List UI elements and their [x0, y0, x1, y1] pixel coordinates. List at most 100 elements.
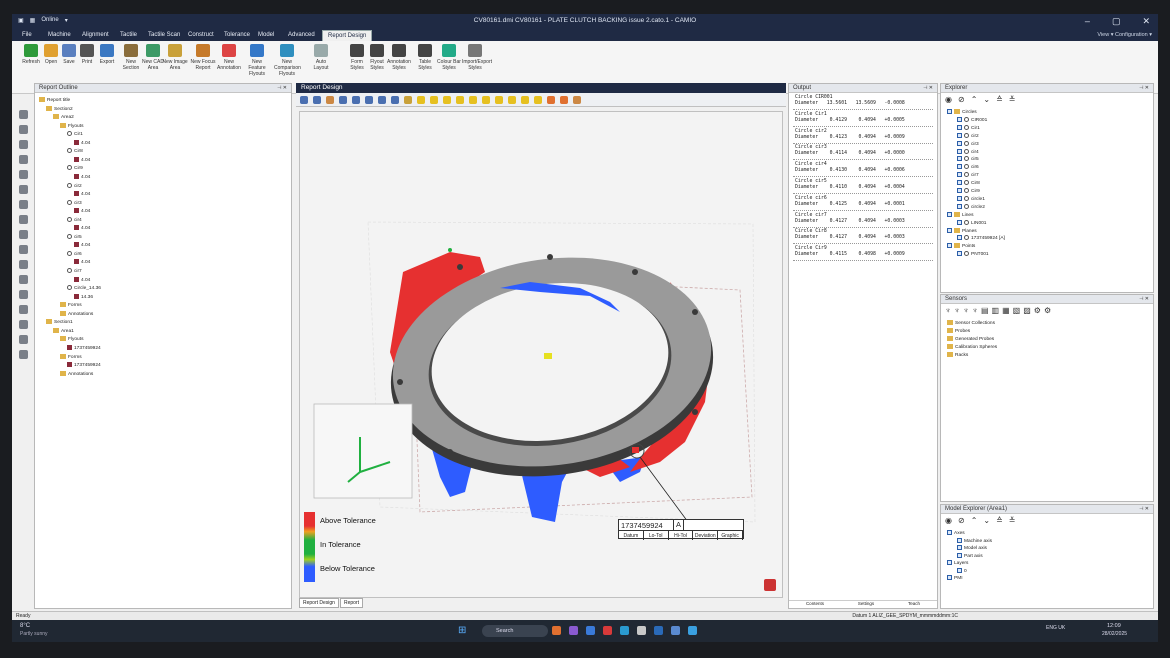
ribbon-button[interactable]: New Image Area — [162, 44, 188, 71]
ribbon-button[interactable]: New Focus Report — [190, 44, 216, 71]
tree-row[interactable]: 14.36 — [74, 293, 93, 299]
collapse-all-icon[interactable]: ≚ — [1009, 95, 1022, 104]
tree-row[interactable]: Sensor Collections — [947, 320, 995, 326]
close-icon[interactable]: ✕ — [1142, 16, 1150, 27]
tree-row[interactable]: Flyouts — [60, 122, 83, 128]
ribbon-tab[interactable]: Model — [258, 32, 274, 38]
ribbon-button[interactable]: New Annotation — [216, 44, 242, 71]
report-canvas[interactable]: Above Tolerance In Tolerance Below Toler… — [299, 111, 783, 598]
ribbon-tab[interactable]: Tolerance — [224, 32, 250, 38]
checkbox-icon[interactable] — [957, 148, 962, 154]
tab-report-design[interactable]: Report Design — [299, 598, 339, 608]
tree-row[interactable]: Cir1 — [67, 131, 83, 137]
checkbox-icon[interactable] — [947, 227, 952, 233]
checkbox-icon[interactable] — [957, 567, 962, 573]
ribbon-button[interactable]: Annotation Styles — [386, 44, 412, 71]
tree-row[interactable]: cir4 — [957, 148, 979, 154]
tree-row[interactable]: 1737459924 — [67, 362, 101, 368]
ribbon-button[interactable]: Auto Layout — [308, 44, 334, 71]
tree-row[interactable]: Cir8 — [67, 148, 83, 154]
tree-row[interactable]: Lines — [947, 211, 973, 217]
view-tool-icon[interactable] — [300, 96, 308, 104]
tree-row[interactable]: PMI — [947, 575, 963, 581]
tool-icon[interactable] — [18, 275, 28, 284]
ribbon-button[interactable]: Table Styles — [412, 44, 438, 71]
tree-row[interactable]: 4.04 — [74, 139, 90, 146]
tool-icon[interactable] — [18, 215, 28, 224]
ribbon-tab[interactable]: Tactile — [120, 32, 137, 38]
tree-row[interactable]: 1737459924 — [67, 344, 101, 351]
checkbox-icon[interactable] — [957, 132, 962, 138]
view-tool-icon[interactable] — [313, 96, 321, 104]
tab-settings[interactable]: Settings — [858, 601, 874, 608]
tree-row[interactable]: Axes — [947, 530, 965, 536]
view-tool-icon[interactable] — [404, 96, 412, 104]
tree-row[interactable]: circle1 — [957, 195, 985, 202]
checkbox-icon[interactable] — [957, 545, 962, 550]
outlook-icon[interactable] — [654, 626, 663, 635]
ribbon-button[interactable]: Import/Export Styles — [462, 44, 492, 71]
tree-row[interactable]: 4.04 — [74, 156, 90, 163]
maximize-icon[interactable]: ▢ — [1112, 16, 1121, 27]
view-tool-icon[interactable] — [534, 96, 542, 104]
app-icon[interactable] — [586, 626, 595, 635]
collapse-all-icon[interactable]: ≚ — [1009, 516, 1022, 525]
tree-row[interactable]: Cir1 — [957, 124, 980, 131]
checkbox-icon[interactable] — [957, 537, 962, 543]
tree-row[interactable]: Calibration Spheres — [947, 344, 997, 350]
weather-temp[interactable]: 8°C — [20, 623, 30, 629]
tree-row[interactable]: cir5 — [957, 156, 979, 162]
checkbox-icon[interactable] — [947, 211, 952, 217]
tree-row[interactable]: Probes — [947, 328, 970, 334]
language[interactable]: ENG UK — [1046, 625, 1065, 631]
view-tool-icon[interactable] — [521, 96, 529, 104]
tree-row[interactable]: cir3 — [67, 199, 82, 205]
tool-icon[interactable] — [18, 335, 28, 344]
checkbox-icon[interactable] — [957, 203, 962, 209]
tree-row[interactable]: cir6 — [957, 164, 979, 170]
tree-row[interactable]: 4.04 — [74, 225, 90, 231]
tool-icon[interactable] — [18, 125, 28, 134]
checkbox-icon[interactable] — [957, 124, 962, 130]
tree-row[interactable]: Generated Probes — [947, 336, 994, 342]
app-icon[interactable] — [637, 626, 646, 635]
view-tool-icon[interactable] — [508, 96, 516, 104]
clock-time[interactable]: 12:09 — [1107, 623, 1121, 629]
checkbox-icon[interactable] — [947, 560, 952, 565]
tool-icon[interactable] — [18, 155, 28, 164]
view-tool-icon[interactable] — [378, 96, 386, 104]
checkbox-icon[interactable] — [947, 109, 952, 114]
edge-icon[interactable] — [620, 626, 629, 635]
ribbon-tab[interactable]: Report Design — [322, 30, 373, 41]
view-tool-icon[interactable] — [573, 96, 581, 104]
tool-icon[interactable] — [18, 320, 28, 329]
minimize-icon[interactable]: – — [1085, 16, 1090, 27]
tool-icon[interactable] — [18, 170, 28, 179]
tree-row[interactable]: cir4 — [67, 216, 82, 222]
tree-row[interactable]: cir7 — [957, 172, 979, 178]
ribbon-tab[interactable]: Tactile Scan — [148, 32, 180, 38]
tree-row[interactable]: Part axis — [957, 552, 983, 558]
tree-row[interactable]: 4.04 — [74, 242, 90, 248]
tree-row[interactable]: Cir9 — [67, 165, 83, 171]
tree-row[interactable]: Area1 — [53, 327, 74, 334]
tree-row[interactable]: 1737459924 [A] — [957, 235, 1005, 241]
tree-row[interactable]: CIR001 — [957, 116, 987, 123]
tree-row[interactable]: cir6 — [67, 250, 82, 257]
tree-row[interactable]: Model axis — [957, 545, 987, 551]
checkbox-icon[interactable] — [947, 575, 952, 580]
tree-row[interactable]: LIN001 — [957, 219, 986, 225]
tool-icon[interactable] — [18, 350, 28, 359]
tool-icon[interactable] — [18, 140, 28, 149]
tree-row[interactable]: 4.04 — [74, 276, 90, 282]
collapse-icon[interactable]: ⌄ — [983, 95, 996, 104]
tool-icon[interactable] — [18, 245, 28, 254]
tab-report[interactable]: Report — [339, 598, 363, 608]
tree-row[interactable]: Layers — [947, 560, 968, 566]
tree-row[interactable]: 4.04 — [74, 191, 90, 197]
tree-row[interactable]: Report title — [39, 97, 70, 103]
tree-row[interactable]: Racks — [947, 352, 968, 358]
ribbon-button[interactable]: New Feature Flyouts — [244, 44, 270, 77]
view-tool-icon[interactable] — [482, 96, 490, 104]
view-tool-icon[interactable] — [352, 96, 360, 104]
